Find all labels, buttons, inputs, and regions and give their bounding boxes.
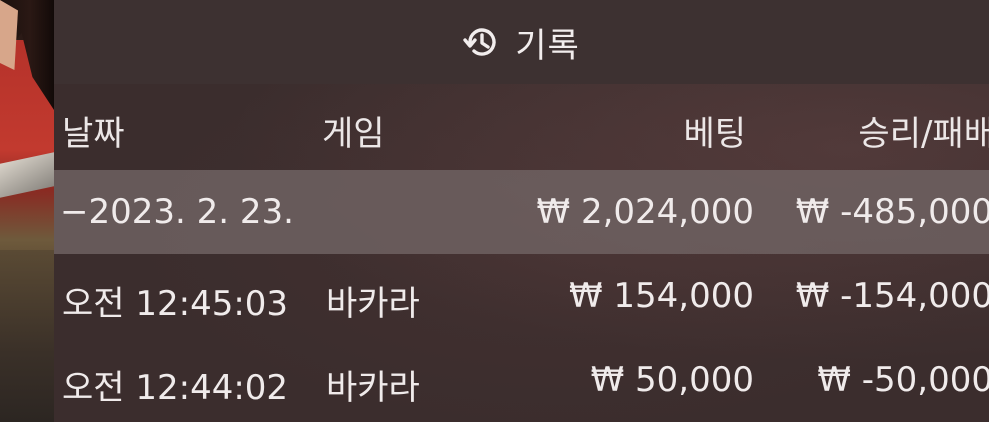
history-icon bbox=[463, 23, 501, 61]
date-label: −2023. 2. 23. bbox=[60, 192, 294, 232]
history-panel: 기록 날짜 게임 베팅 승리/패배 −2023. 2. 23. ₩ 2,024,… bbox=[54, 0, 989, 422]
row-game: 바카라 bbox=[326, 284, 420, 324]
row-game: 바카라 bbox=[326, 368, 420, 408]
table-row[interactable]: 오전 12:44:02 바카라 ₩ 50,000 ₩ -50,000 bbox=[54, 338, 989, 422]
row-time: 오전 12:44:02 bbox=[62, 368, 289, 408]
row-time: 오전 12:45:03 bbox=[62, 284, 289, 324]
game-background bbox=[0, 0, 54, 422]
date-result-total: ₩ -485,000 bbox=[795, 192, 989, 232]
table-header: 날짜 게임 베팅 승리/패배 bbox=[54, 84, 989, 170]
dealer-face bbox=[0, 0, 18, 70]
row-bet: ₩ 154,000 bbox=[568, 276, 754, 316]
column-bet: 베팅 bbox=[683, 114, 746, 154]
column-result: 승리/패배 bbox=[858, 114, 989, 154]
row-result: ₩ -50,000 bbox=[817, 360, 989, 400]
row-bet: ₩ 50,000 bbox=[590, 360, 754, 400]
history-header: 기록 bbox=[54, 0, 989, 84]
table-row[interactable]: 오전 12:45:03 바카라 ₩ 154,000 ₩ -154,000 bbox=[54, 254, 989, 338]
date-group-row[interactable]: −2023. 2. 23. ₩ 2,024,000 ₩ -485,000 bbox=[54, 170, 989, 254]
date-bet-total: ₩ 2,024,000 bbox=[536, 192, 754, 232]
card-shoe bbox=[0, 152, 54, 198]
game-table bbox=[0, 250, 54, 422]
column-game: 게임 bbox=[322, 114, 385, 154]
column-date: 날짜 bbox=[62, 114, 125, 154]
history-title: 기록 bbox=[515, 25, 580, 66]
row-result: ₩ -154,000 bbox=[795, 276, 989, 316]
